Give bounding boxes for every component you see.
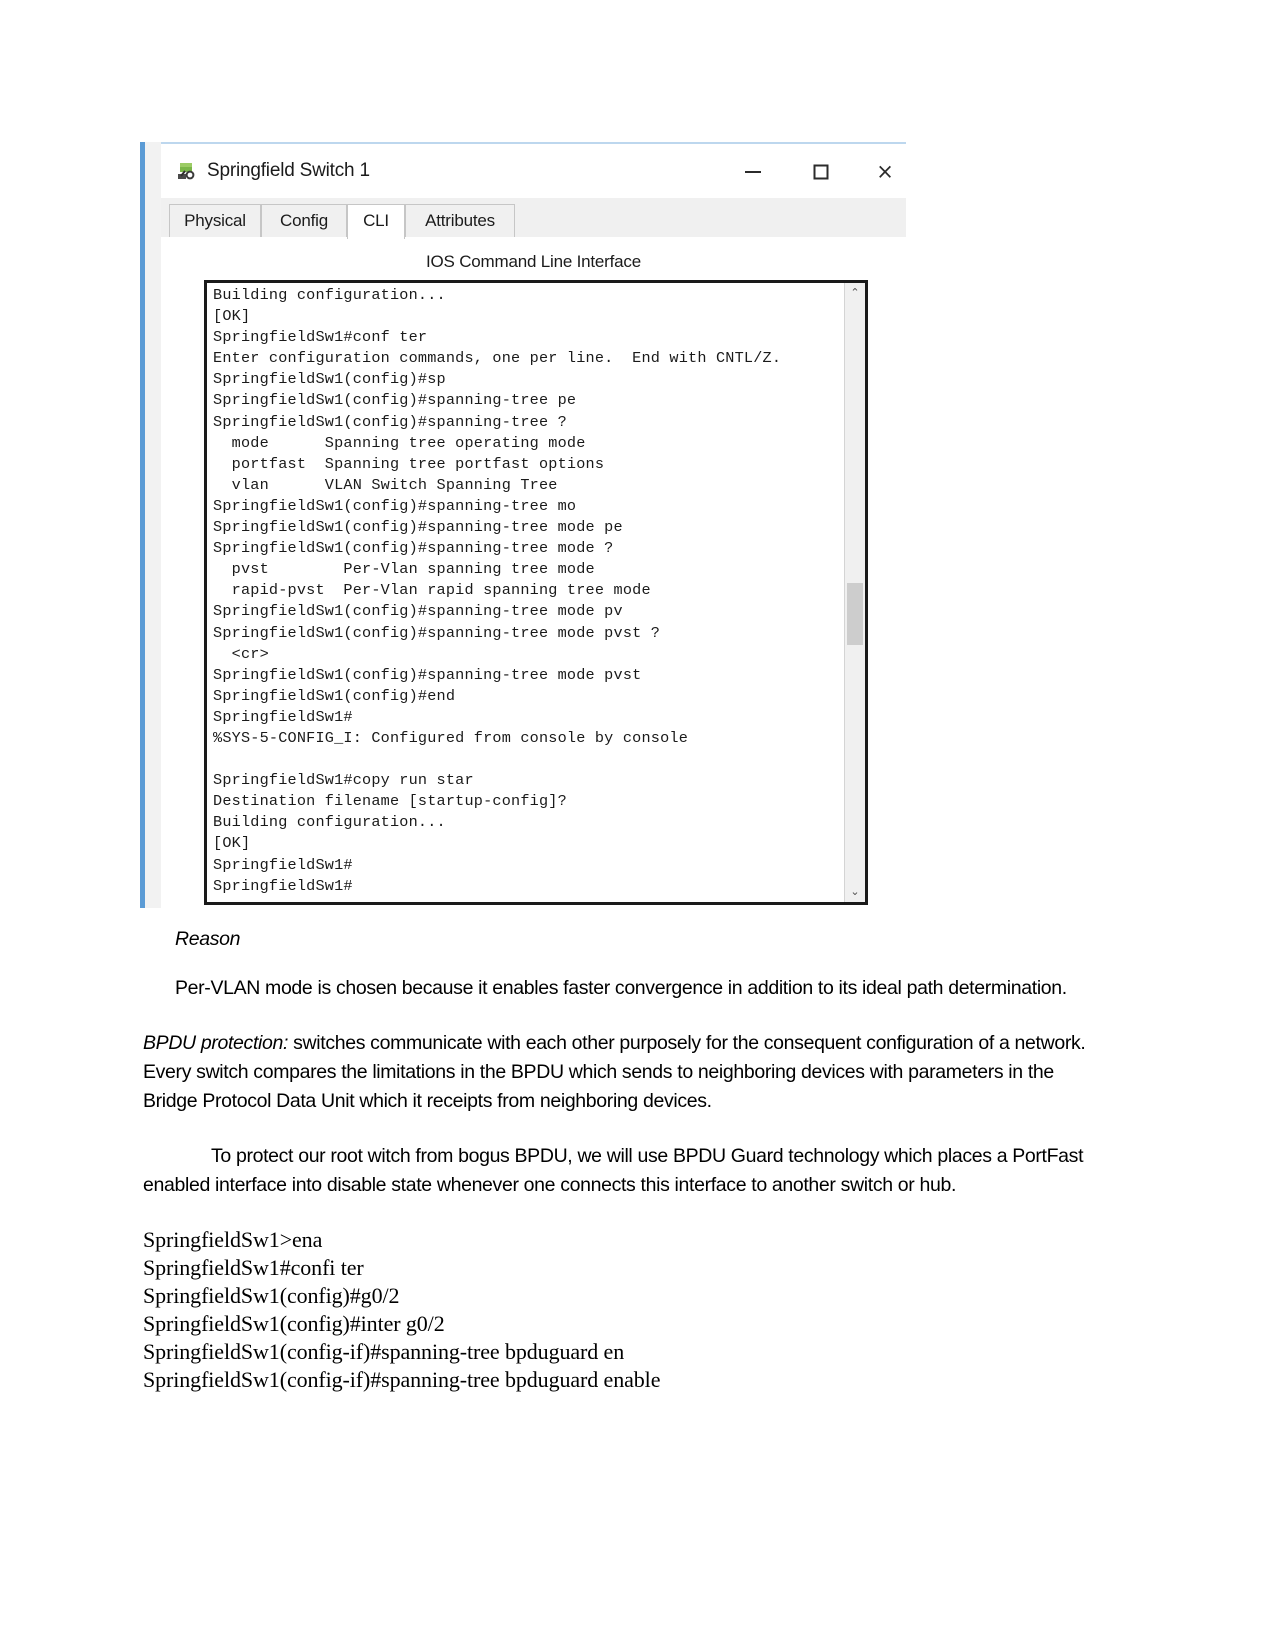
tab-physical[interactable]: Physical bbox=[169, 204, 261, 238]
document-body: Reason Per-VLAN mode is chosen because i… bbox=[143, 925, 1093, 1394]
close-icon: × bbox=[876, 159, 894, 184]
bpdu-protection-term: BPDU protection: bbox=[143, 1032, 289, 1054]
window-titlebar: Springfield Switch 1 × bbox=[161, 142, 906, 198]
switch-device-icon bbox=[175, 160, 197, 182]
scrollbar-thumb[interactable] bbox=[847, 583, 863, 645]
cli-command-block: SpringfieldSw1>ena SpringfieldSw1#confi … bbox=[143, 1227, 661, 1392]
tab-strip: Physical Config CLI Attributes bbox=[161, 198, 906, 239]
tab-cli[interactable]: CLI bbox=[347, 204, 405, 239]
minimize-button[interactable] bbox=[724, 144, 782, 200]
document-page: Springfield Switch 1 × Physical Config C… bbox=[0, 0, 1275, 1651]
close-button[interactable]: × bbox=[856, 144, 914, 200]
cli-terminal-scrollbar[interactable]: ⌃ ⌄ bbox=[844, 283, 865, 902]
minimize-icon bbox=[745, 171, 761, 173]
packet-tracer-window: Springfield Switch 1 × Physical Config C… bbox=[140, 136, 906, 908]
maximize-button[interactable] bbox=[792, 144, 850, 200]
window-left-gutter bbox=[145, 142, 162, 908]
cli-panel-heading: IOS Command Line Interface bbox=[426, 252, 641, 271]
scroll-up-arrow-icon[interactable]: ⌃ bbox=[845, 283, 865, 303]
maximize-icon bbox=[813, 164, 829, 180]
bpdu-protection-paragraph: BPDU protection: switches communicate wi… bbox=[143, 1029, 1093, 1116]
cli-panel: IOS Command Line Interface Building conf… bbox=[161, 237, 906, 908]
scroll-down-arrow-icon[interactable]: ⌄ bbox=[845, 882, 865, 902]
cli-terminal-output: Building configuration... [OK] Springfie… bbox=[213, 286, 782, 895]
reason-paragraph: Per-VLAN mode is chosen because it enabl… bbox=[175, 977, 1067, 999]
window-title: Springfield Switch 1 bbox=[207, 160, 370, 181]
tab-attributes[interactable]: Attributes bbox=[405, 204, 515, 238]
cli-terminal[interactable]: Building configuration... [OK] Springfie… bbox=[204, 280, 868, 905]
tab-config[interactable]: Config bbox=[261, 204, 347, 238]
reason-heading: Reason bbox=[175, 928, 241, 950]
bpdu-guard-paragraph: To protect our root witch from bogus BPD… bbox=[143, 1145, 1084, 1196]
